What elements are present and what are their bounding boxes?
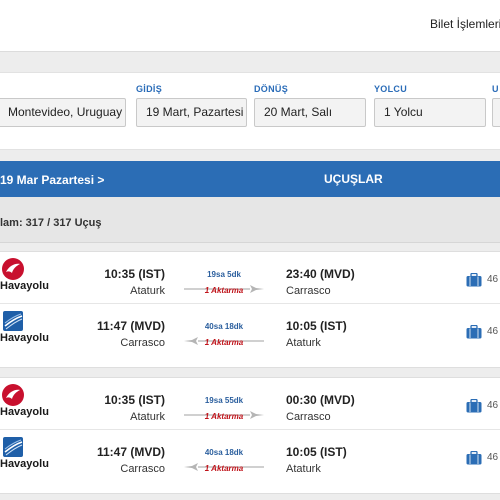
arrival-airport: Ataturk (286, 463, 321, 475)
departure-airport: Ataturk (130, 285, 165, 297)
arrival-time: 10:05 (IST) (286, 319, 347, 333)
flight-duration: 40sa 18dk (204, 448, 244, 457)
baggage-icon[interactable] (466, 272, 482, 287)
arrival-airport: Carrasco (286, 285, 331, 297)
passenger-field[interactable]: 1 Yolcu (374, 98, 486, 127)
flight-duration: 19sa 5dk (207, 270, 241, 279)
stops-count: 1 Aktarma (204, 464, 244, 473)
results-header: 19 Mar Pazartesi > UÇUŞLAR (0, 161, 500, 197)
turkish-airlines-logo (0, 257, 26, 281)
top-bar: Bilet İşlemleri (0, 0, 500, 52)
flight-leg-outbound: Havayolu 10:35 (IST) Ataturk 19sa 55dk 1 Akt… (0, 378, 500, 436)
stops-count: 1 Aktarma (204, 338, 244, 347)
departure-time: 10:35 (IST) (104, 393, 165, 407)
airline-name: Havayolu (0, 280, 49, 292)
partner-airline-logo (0, 309, 26, 333)
departure-time: 10:35 (IST) (104, 267, 165, 281)
baggage-icon[interactable] (466, 450, 482, 465)
flight-leg-return: Havayolu 11:47 (MVD) Carrasco 40sa 18dk 1 Ak… (0, 303, 500, 361)
ticket-operations-menu[interactable]: Bilet İşlemleri (430, 17, 500, 31)
flight-card[interactable]: Havayolu 10:35 (IST) Ataturk 19sa 55dk 1 Akt… (0, 377, 500, 494)
airline-name: Havayolu (0, 406, 49, 418)
baggage-allowance: 46 (487, 326, 499, 337)
origin-field[interactable]: Montevideo, Uruguay (Carrasco) (0, 98, 126, 127)
departure-airport: Ataturk (130, 411, 165, 423)
arrival-time: 23:40 (MVD) (286, 267, 355, 281)
search-form: Montevideo, Uruguay (Carrasco) GİDİŞ 19 … (0, 72, 500, 150)
airline-name: Havayolu (0, 458, 49, 470)
turkish-airlines-logo (0, 383, 26, 407)
departure-time: 11:47 (MVD) (96, 319, 165, 333)
extra-field[interactable] (492, 98, 500, 127)
return-label: DÖNÜŞ (254, 84, 289, 94)
depart-label: GİDİŞ (136, 84, 163, 94)
results-count: lam: 317 / 317 Uçuş (0, 217, 102, 229)
results-count-bar: lam: 317 / 317 Uçuş (0, 197, 500, 243)
partner-airline-logo (0, 435, 26, 459)
flight-duration: 40sa 18dk (204, 322, 244, 331)
baggage-icon[interactable] (466, 398, 482, 413)
flight-duration: 19sa 55dk (204, 396, 244, 405)
baggage-allowance: 46 (487, 274, 499, 285)
flight-card[interactable]: Havayolu 10:35 (IST) Ataturk 19sa 5dk 1 Akta… (0, 251, 500, 368)
extra-label: U (492, 84, 499, 94)
arrival-airport: Ataturk (286, 337, 321, 349)
departure-airport: Carrasco (120, 463, 165, 475)
baggage-allowance: 46 (487, 452, 499, 463)
departure-airport: Carrasco (120, 337, 165, 349)
passenger-label: YOLCU (374, 84, 407, 94)
baggage-allowance: 46 (487, 400, 499, 411)
return-date-field[interactable]: 20 Mart, Salı (254, 98, 366, 127)
arrival-time: 10:05 (IST) (286, 445, 347, 459)
flight-leg-outbound: Havayolu 10:35 (IST) Ataturk 19sa 5dk 1 Akta… (0, 252, 500, 310)
stops-count: 1 Aktarma (204, 412, 244, 421)
arrival-airport: Carrasco (286, 411, 331, 423)
airline-name: Havayolu (0, 332, 49, 344)
departure-time: 11:47 (MVD) (96, 445, 165, 459)
arrival-time: 00:30 (MVD) (286, 393, 355, 407)
depart-date-field[interactable]: 19 Mart, Pazartesi (136, 98, 247, 127)
flight-leg-return: Havayolu 11:47 (MVD) Carrasco 40sa 18dk 1 Ak… (0, 429, 500, 487)
baggage-icon[interactable] (466, 324, 482, 339)
selected-date-link[interactable]: 19 Mar Pazartesi > (0, 173, 104, 187)
flights-title: UÇUŞLAR (324, 172, 383, 186)
stops-count: 1 Aktarma (204, 286, 244, 295)
